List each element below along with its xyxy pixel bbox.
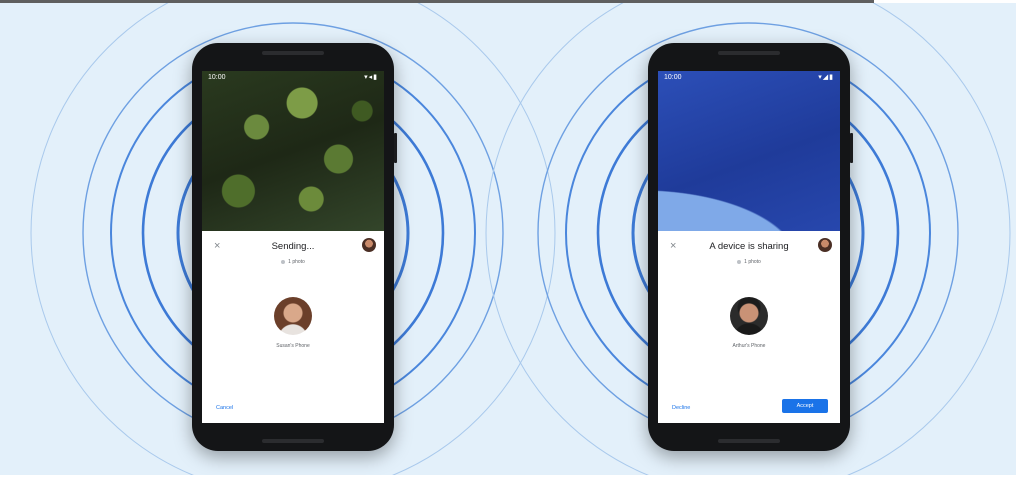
sender-phone: 10:00 ▾◂▮ × Sending... 1 photo Susan's P… [192, 43, 397, 451]
content-chip: 1 photo [202, 259, 384, 265]
chip-label: 1 photo [744, 259, 761, 265]
photo-background [202, 71, 384, 231]
target-device-name: Susan's Phone [276, 343, 310, 349]
broadcast-rings [30, 3, 1011, 475]
status-time: 10:00 [208, 74, 226, 81]
sender-device-avatar [730, 297, 768, 335]
account-avatar[interactable] [362, 238, 376, 252]
receiver-phone: 10:00 ▾◢▮ × A device is sharing 1 photo … [648, 43, 853, 451]
power-button [394, 133, 397, 163]
earpiece [718, 51, 780, 55]
earpiece [262, 51, 324, 55]
nearby-share-illustration: 10:00 ▾◂▮ × Sending... 1 photo Susan's P… [0, 3, 1016, 475]
status-time: 10:00 [664, 74, 682, 81]
decline-button[interactable]: Decline [672, 405, 690, 411]
cancel-button[interactable]: Cancel [216, 405, 233, 411]
status-icons: ▾◢▮ [818, 74, 834, 81]
status-icons: ▾◂▮ [364, 74, 378, 81]
chip-label: 1 photo [288, 259, 305, 265]
power-button [850, 133, 853, 163]
sheet-title: A device is sharing [709, 241, 789, 252]
status-bar: 10:00 ▾◢▮ [658, 71, 840, 85]
share-sheet: × A device is sharing 1 photo Arthur's P… [658, 231, 840, 423]
bottom-speaker [262, 439, 324, 443]
status-bar: 10:00 ▾◂▮ [202, 71, 384, 85]
bottom-speaker [718, 439, 780, 443]
photo-icon [281, 259, 286, 264]
sheet-title: Sending... [271, 241, 315, 252]
accept-button[interactable]: Accept [782, 399, 828, 413]
photo-icon [737, 259, 742, 264]
receiver-screen: 10:00 ▾◢▮ × A device is sharing 1 photo … [658, 71, 840, 423]
account-avatar[interactable] [818, 238, 832, 252]
sender-screen: 10:00 ▾◂▮ × Sending... 1 photo Susan's P… [202, 71, 384, 423]
content-chip: 1 photo [658, 259, 840, 265]
sender-device-name: Arthur's Phone [732, 343, 766, 349]
wallpaper-background [658, 71, 840, 231]
target-device-avatar[interactable] [274, 297, 312, 335]
share-sheet: × Sending... 1 photo Susan's Phone Cance… [202, 231, 384, 423]
